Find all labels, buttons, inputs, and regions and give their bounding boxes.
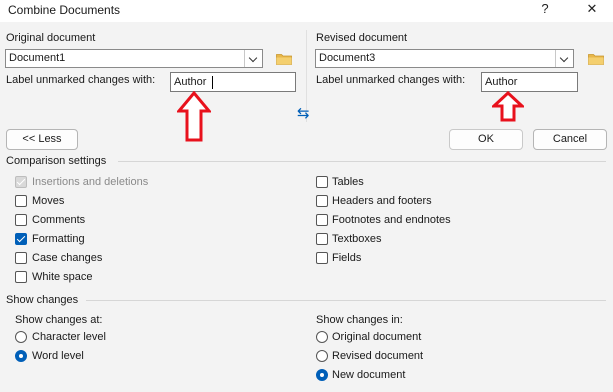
- white-space-label: White space: [32, 271, 93, 283]
- headers-footers-checkbox[interactable]: [316, 195, 328, 207]
- revised-dropdown-button[interactable]: [555, 50, 573, 67]
- annotation-arrow-left: [177, 91, 211, 142]
- original-document-combo[interactable]: Document1: [5, 49, 263, 68]
- folder-icon[interactable]: [588, 53, 604, 65]
- textboxes-checkbox[interactable]: [316, 233, 328, 245]
- headers-footers-label: Headers and footers: [332, 195, 432, 207]
- insertions-deletions-checkbox[interactable]: [15, 176, 27, 188]
- moves-checkbox[interactable]: [15, 195, 27, 207]
- original-document-value: Document1: [9, 52, 66, 64]
- dialog-title: Combine Documents: [8, 3, 121, 17]
- revised-document-label: Revised document: [316, 32, 408, 44]
- help-button[interactable]: ?: [530, 0, 560, 20]
- revised-document-value: Document3: [319, 52, 376, 64]
- comments-label: Comments: [32, 214, 86, 226]
- textboxes-label: Textboxes: [332, 233, 382, 245]
- character-level-radio[interactable]: [15, 331, 27, 343]
- separator-line: [86, 300, 606, 301]
- tables-label: Tables: [332, 176, 364, 188]
- show-changes-heading: Show changes: [6, 294, 79, 306]
- revised-label-prompt: Label unmarked changes with:: [316, 74, 466, 86]
- footnotes-endnotes-checkbox[interactable]: [316, 214, 328, 226]
- fields-checkbox[interactable]: [316, 252, 328, 264]
- original-author-input[interactable]: Author: [170, 72, 296, 92]
- revised-author-value: Author: [485, 76, 518, 88]
- show-changes-in-label: Show changes in:: [316, 314, 403, 326]
- less-button[interactable]: << Less: [6, 129, 78, 150]
- chevron-down-icon: [559, 53, 569, 63]
- case-changes-label: Case changes: [32, 252, 103, 264]
- original-document-label: Original document: [6, 32, 96, 44]
- case-changes-checkbox[interactable]: [15, 252, 27, 264]
- original-author-value: Author: [174, 76, 207, 88]
- white-space-checkbox[interactable]: [15, 271, 27, 283]
- revised-document-option-label: Revised document: [332, 350, 424, 362]
- revised-author-input[interactable]: Author: [481, 72, 578, 92]
- new-document-option-label: New document: [332, 369, 406, 381]
- revised-document-combo[interactable]: Document3: [315, 49, 574, 68]
- comparison-settings-heading: Comparison settings: [6, 155, 107, 167]
- ok-button[interactable]: OK: [449, 129, 523, 150]
- show-changes-at-label: Show changes at:: [15, 314, 103, 326]
- new-document-radio[interactable]: [316, 369, 328, 381]
- annotation-arrow-right: [492, 91, 524, 122]
- original-dropdown-button[interactable]: [244, 50, 262, 67]
- word-level-radio[interactable]: [15, 350, 27, 362]
- word-level-label: Word level: [32, 350, 84, 362]
- original-document-option-label: Original document: [332, 331, 422, 343]
- footnotes-endnotes-label: Footnotes and endnotes: [332, 214, 451, 226]
- separator-line: [118, 161, 606, 162]
- comments-checkbox[interactable]: [15, 214, 27, 226]
- close-button[interactable]: ✕: [577, 0, 607, 20]
- chevron-down-icon: [248, 53, 258, 63]
- cancel-button[interactable]: Cancel: [533, 129, 607, 150]
- text-caret: [212, 76, 213, 89]
- insertions-deletions-label: Insertions and deletions: [32, 176, 149, 188]
- swap-documents-icon[interactable]: ⇆: [297, 104, 310, 122]
- original-label-prompt: Label unmarked changes with:: [6, 74, 156, 86]
- character-level-label: Character level: [32, 331, 106, 343]
- revised-document-radio[interactable]: [316, 350, 328, 362]
- formatting-label: Formatting: [32, 233, 85, 245]
- fields-label: Fields: [332, 252, 362, 264]
- formatting-checkbox[interactable]: [15, 233, 27, 245]
- tables-checkbox[interactable]: [316, 176, 328, 188]
- folder-icon[interactable]: [276, 53, 292, 65]
- original-document-radio[interactable]: [316, 331, 328, 343]
- moves-label: Moves: [32, 195, 65, 207]
